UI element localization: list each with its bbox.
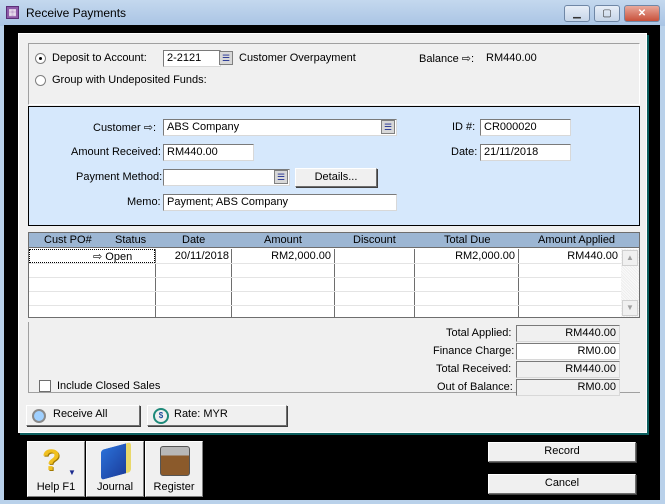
amount-received-field[interactable]: RM440.00 xyxy=(163,144,254,161)
register-label: Register xyxy=(153,481,195,493)
header-cust-po: Cust PO# xyxy=(44,234,92,246)
group-undeposited-label: Group with Undeposited Funds: xyxy=(52,74,207,86)
deposit-section: Deposit to Account: 2-2121 ☰ Customer Ov… xyxy=(28,43,640,105)
register-icon xyxy=(160,446,190,476)
total-received-label: Total Received: xyxy=(436,363,512,375)
column-divider xyxy=(334,249,335,317)
cell-status: ⇨ Open xyxy=(93,251,133,263)
currency-exchange-icon: $ xyxy=(153,408,169,424)
column-divider xyxy=(155,249,156,317)
main-panel: Deposit to Account: 2-2121 ☰ Customer Ov… xyxy=(18,33,647,433)
deposit-to-account-label: Deposit to Account: xyxy=(52,52,147,64)
include-closed-sales-label: Include Closed Sales xyxy=(57,380,161,392)
total-applied-value: RM440.00 xyxy=(516,325,620,342)
header-amount: Amount xyxy=(264,234,302,246)
grid-scrollbar[interactable]: ▲ ▼ xyxy=(621,249,639,317)
row-divider xyxy=(29,263,621,264)
row-divider xyxy=(29,291,621,292)
customer-field[interactable]: ABS Company xyxy=(163,119,397,136)
customer-lookup-icon[interactable]: ☰ xyxy=(381,120,395,134)
scroll-up-icon[interactable]: ▲ xyxy=(622,250,638,266)
memo-label: Memo: xyxy=(127,196,161,208)
amount-received-label: Amount Received: xyxy=(71,146,161,158)
cell-date: 20/11/2018 xyxy=(174,250,229,262)
cancel-button[interactable]: Cancel xyxy=(488,474,636,494)
id-label: ID #: xyxy=(452,121,476,133)
scroll-down-icon[interactable]: ▼ xyxy=(622,300,638,316)
header-total-due: Total Due xyxy=(444,234,491,246)
cell-amount-applied[interactable]: RM440.00 xyxy=(520,250,618,262)
app-icon: ▦ xyxy=(6,6,19,19)
date-field[interactable]: 21/11/2018 xyxy=(480,144,571,161)
header-date: Date xyxy=(182,234,206,246)
id-field[interactable]: CR000020 xyxy=(480,119,571,136)
register-button[interactable]: Register xyxy=(145,441,203,497)
column-divider xyxy=(518,249,519,317)
receive-all-icon xyxy=(32,409,46,423)
payment-method-lookup-icon[interactable]: ☰ xyxy=(274,170,288,184)
rate-button[interactable]: $ Rate: MYR xyxy=(147,405,287,426)
journal-button[interactable]: Journal xyxy=(86,441,144,497)
finance-charge-label: Finance Charge: xyxy=(433,345,515,357)
deposit-to-account-radio[interactable] xyxy=(35,53,46,64)
cell-total-due: RM2,000.00 xyxy=(455,250,515,262)
grid-header: Cust PO# Status Date Amount Discount Tot… xyxy=(29,233,639,248)
rate-label: Rate: MYR xyxy=(174,408,228,420)
receive-all-label: Receive All xyxy=(53,408,108,420)
finance-charge-field[interactable]: RM0.00 xyxy=(516,343,620,360)
out-of-balance-label: Out of Balance: xyxy=(437,381,513,393)
cust-po-cell-focus[interactable] xyxy=(29,249,155,263)
journal-label: Journal xyxy=(96,481,134,493)
help-button[interactable]: ? ▼ Help F1 xyxy=(27,441,85,497)
header-discount: Discount xyxy=(353,234,396,246)
close-button[interactable]: ✕ xyxy=(624,5,660,22)
row-divider xyxy=(29,305,621,306)
row-divider xyxy=(29,277,621,278)
receive-all-button[interactable]: Receive All xyxy=(26,405,140,426)
record-button[interactable]: Record xyxy=(488,442,636,462)
customer-label: Customer ⇨: xyxy=(93,122,157,134)
dropdown-arrow-icon: ▼ xyxy=(68,468,76,477)
window-title: Receive Payments xyxy=(26,6,127,20)
cell-amount: RM2,000.00 xyxy=(271,250,331,262)
minimize-button[interactable]: ▁ xyxy=(564,5,590,22)
balance-label: Balance ⇨: xyxy=(419,53,475,65)
maximize-button[interactable]: ▢ xyxy=(594,5,620,22)
account-lookup-icon[interactable]: ☰ xyxy=(219,51,233,65)
include-closed-sales-checkbox[interactable] xyxy=(39,380,51,392)
group-undeposited-radio[interactable] xyxy=(35,75,46,86)
journal-icon xyxy=(101,441,131,481)
out-of-balance-value: RM0.00 xyxy=(516,379,620,396)
column-divider xyxy=(414,249,415,317)
title-bar: ▦ Receive Payments ▁ ▢ ✕ xyxy=(0,0,665,26)
total-applied-label: Total Applied: xyxy=(446,327,512,339)
balance-value: RM440.00 xyxy=(486,52,537,64)
header-amount-applied: Amount Applied xyxy=(538,234,616,246)
help-label: Help F1 xyxy=(36,481,76,493)
column-divider xyxy=(231,249,232,317)
account-name: Customer Overpayment xyxy=(239,52,356,64)
total-received-value: RM440.00 xyxy=(516,361,620,378)
header-status: Status xyxy=(115,234,147,246)
payment-method-label: Payment Method: xyxy=(76,171,163,183)
divider xyxy=(28,322,29,392)
customer-section: Customer ⇨: ABS Company ☰ ID #: CR000020… xyxy=(28,106,640,226)
memo-field[interactable]: Payment; ABS Company xyxy=(163,194,397,211)
payment-method-field[interactable] xyxy=(163,169,290,186)
details-button[interactable]: Details... xyxy=(295,168,377,187)
account-code-field[interactable]: 2-2121 xyxy=(163,50,221,67)
date-label: Date: xyxy=(451,146,478,158)
invoice-grid: Cust PO# Status Date Amount Discount Tot… xyxy=(28,232,640,318)
